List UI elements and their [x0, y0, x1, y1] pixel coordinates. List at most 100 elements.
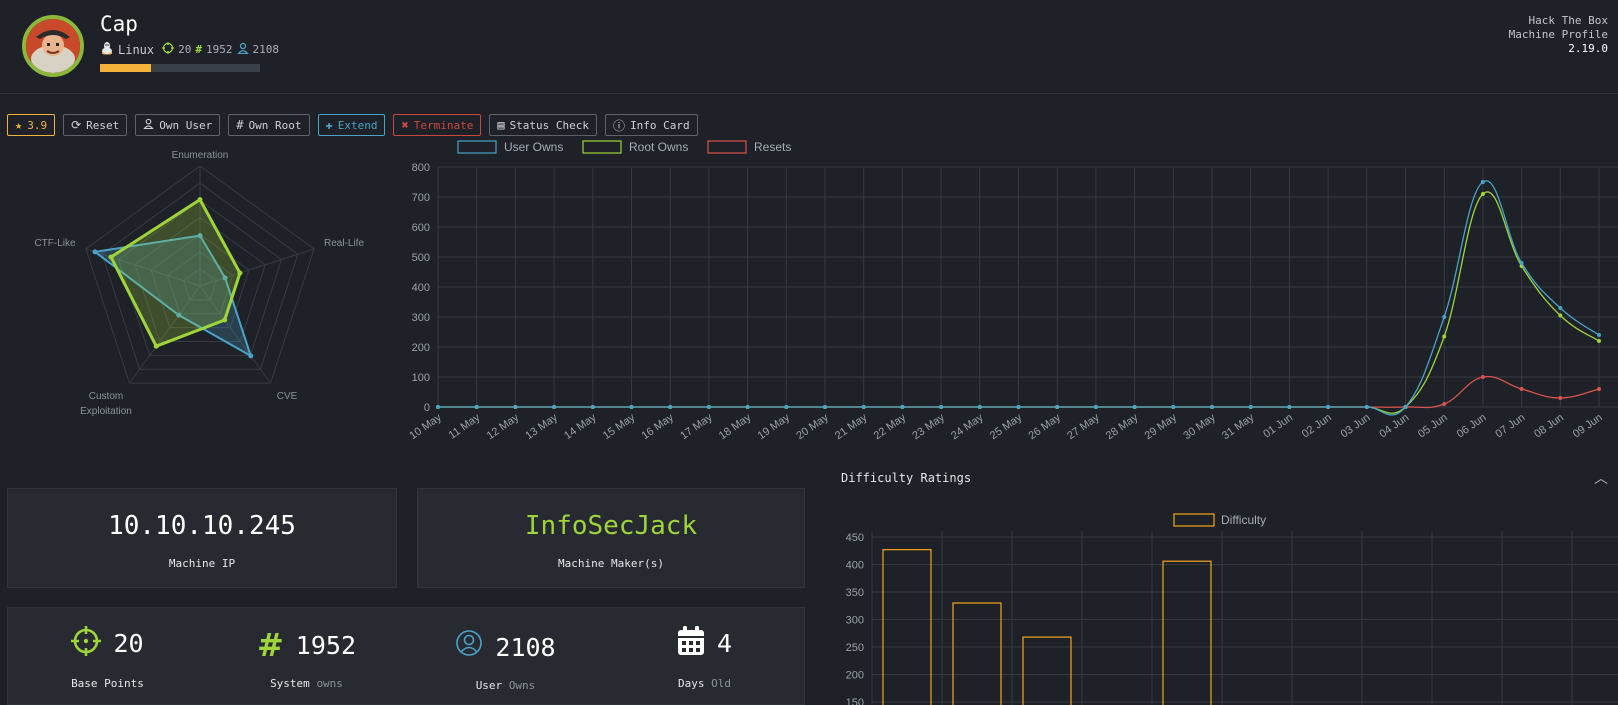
header-divider — [0, 93, 1618, 94]
stat-label: System — [270, 677, 310, 690]
series-point — [436, 405, 440, 409]
x-tick-label: 06 Jun — [1455, 412, 1489, 441]
extend-button[interactable]: ✚ Extend — [317, 114, 386, 136]
y-tick-label: 100 — [412, 372, 430, 384]
user-icon — [455, 630, 483, 664]
hash-icon: # — [256, 626, 284, 664]
series-point — [1597, 333, 1601, 337]
x-tick-label: 13 May — [523, 411, 560, 442]
star-icon: ★ — [15, 118, 23, 132]
crosshair-icon — [71, 626, 102, 660]
x-tick-label: 22 May — [872, 411, 909, 442]
info-card-button[interactable]: ⓘ Info Card — [605, 114, 698, 136]
x-tick-label: 02 Jun — [1300, 412, 1334, 441]
x-tick-label: 30 May — [1181, 411, 1218, 442]
x-tick-label: 25 May — [988, 411, 1025, 442]
progress-bar — [100, 64, 260, 72]
series-point — [1210, 405, 1214, 409]
terminate-button[interactable]: ✖ Terminate — [393, 114, 482, 136]
x-tick-label: 04 Jun — [1377, 412, 1411, 441]
series-point — [668, 405, 673, 409]
difficulty-title: Difficulty Ratings — [841, 471, 972, 485]
machine-meta: Linux 20 # 1952 2108 — [100, 41, 279, 58]
difficulty-bar-chart: 150 200 250 300 350 400 450 Difficulty — [846, 513, 1618, 705]
series-point — [1132, 405, 1137, 409]
series-point — [1519, 387, 1524, 391]
series-point — [823, 405, 827, 409]
x-tick-label: 31 May — [1220, 411, 1257, 442]
machine-avatar — [22, 15, 84, 77]
hash-icon: # — [236, 118, 244, 132]
series-point — [629, 405, 634, 409]
machine-name: Cap — [100, 12, 138, 36]
y-tick-label: 400 — [412, 282, 430, 294]
server-icon: ▤ — [497, 118, 505, 132]
collapse-chevron-icon[interactable]: ︿ — [1594, 468, 1608, 488]
stat-label: Days — [678, 677, 705, 690]
machine-maker-card: InfoSecJack Machine Maker(s) — [417, 488, 805, 588]
x-tick-label: 07 Jun — [1493, 412, 1527, 441]
radar-axis-label: Custom Exploitation — [80, 391, 132, 417]
series-point — [1093, 405, 1098, 409]
x-tick-label: 19 May — [756, 411, 793, 442]
machine-maker-value[interactable]: InfoSecJack — [418, 511, 804, 541]
x-tick-label: 26 May — [1026, 411, 1063, 442]
series-point — [1442, 402, 1447, 406]
radar-point — [222, 317, 228, 323]
stat-system-owns: # 1952 System owns — [207, 608, 406, 705]
x-tick-label: 10 May — [407, 411, 444, 442]
x-tick-label: 21 May — [833, 411, 870, 442]
x-tick-label: 08 Jun — [1532, 412, 1566, 441]
stat-value: 2108 — [495, 632, 556, 662]
series-point — [1403, 405, 1408, 409]
radar-chart: Enumeration Real-Life CVE Custom Exploitatio… — [34, 150, 364, 417]
system-owns-value: 1952 — [206, 43, 233, 56]
series-point — [1480, 180, 1485, 184]
stat-suffix: Owns — [508, 679, 536, 692]
series-point — [1016, 405, 1021, 409]
machine-ip-card: 10.10.10.245 Machine IP — [7, 488, 397, 588]
own-root-label: Own Root — [248, 118, 302, 132]
rating-button[interactable]: ★ 3.9 — [7, 114, 56, 136]
status-check-button[interactable]: ▤ Status Check — [489, 114, 598, 136]
legend-label: Difficulty — [1221, 513, 1266, 527]
series-point — [1171, 405, 1176, 409]
series-point — [1364, 405, 1369, 409]
machine-ip-value[interactable]: 10.10.10.245 — [8, 511, 396, 541]
y-tick-label: 300 — [412, 312, 430, 324]
stats-card: 20 Base Points # 1952 System owns 2108 U… — [7, 607, 805, 705]
crosshair-icon — [162, 42, 175, 57]
x-tick-label: 01 Jun — [1261, 412, 1295, 441]
y-tick-label: 300 — [846, 615, 864, 627]
x-tick-label: 23 May — [910, 411, 947, 442]
series-point — [1597, 339, 1601, 343]
series-point — [590, 405, 595, 409]
y-tick-label: 450 — [846, 532, 864, 544]
x-tick-label: 27 May — [1065, 411, 1102, 442]
legend-swatch — [457, 140, 497, 154]
radar-axis-label: Real-Life — [324, 238, 364, 249]
legend-swatch — [707, 140, 747, 154]
series-point — [706, 405, 711, 409]
x-tick-label: 14 May — [562, 411, 599, 442]
own-root-button[interactable]: # Own Root — [228, 114, 310, 136]
series-point — [1287, 405, 1292, 409]
series-point — [1558, 396, 1563, 400]
radar-point — [237, 270, 243, 276]
owns-line-chart: 0 100 200 300 400 500 600 700 800 10 May 11 May 12 … — [407, 140, 1618, 442]
radar-axis-label: CTF-Like — [34, 238, 76, 249]
radar-point — [108, 254, 114, 260]
difficulty-bar — [882, 549, 932, 705]
radar-point — [92, 249, 98, 255]
radar-axis-label-line: Exploitation — [80, 406, 132, 417]
difficulty-bar — [1162, 560, 1212, 705]
hash-icon: # — [195, 43, 202, 56]
series-point — [745, 405, 750, 409]
stat-label: User — [475, 679, 503, 692]
series-point — [1558, 313, 1563, 318]
series-point — [1442, 315, 1447, 319]
points-value: 20 — [178, 43, 192, 56]
own-user-button[interactable]: Own User — [135, 114, 221, 136]
reset-button[interactable]: ⟳ Reset — [63, 114, 128, 136]
toolbar: ★ 3.9 ⟳ Reset Own User # Own Root ✚ Extend ✖… — [7, 114, 698, 136]
